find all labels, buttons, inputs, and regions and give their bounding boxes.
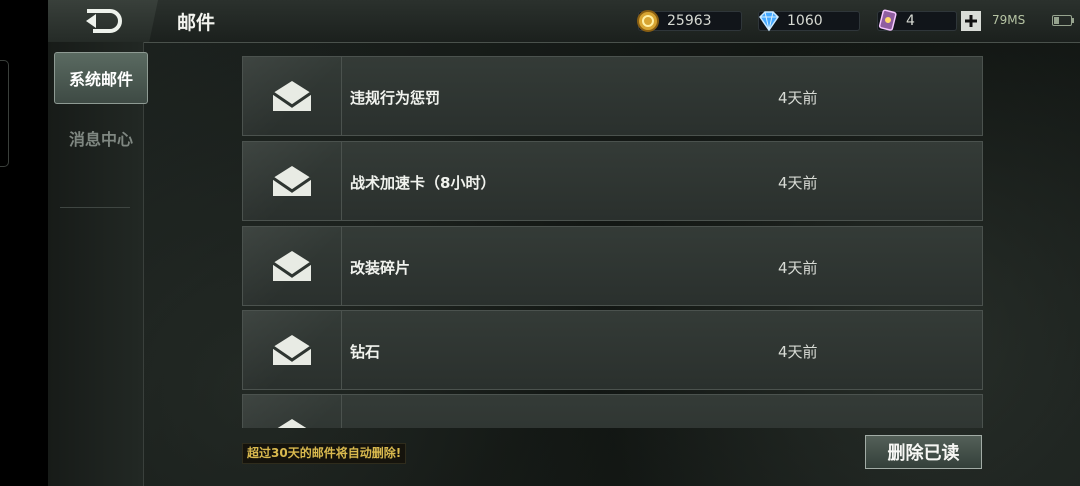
card-value: 4 <box>906 13 915 29</box>
back-button[interactable] <box>48 0 158 42</box>
tab-message-center[interactable]: 消息中心 <box>54 112 148 164</box>
mail-icon-box <box>243 311 342 389</box>
battery-icon <box>1052 15 1074 26</box>
envelope-icon <box>272 81 312 111</box>
mail-time: 4天前 <box>778 259 818 277</box>
mail-list[interactable]: 违规行为惩罚 4天前 战术加速卡（8小时） 4天前 改装碎片 4天前 钻石 4天… <box>242 56 983 428</box>
mail-icon-box <box>243 395 342 428</box>
device-bezel <box>0 0 48 486</box>
tab-system-mail[interactable]: 系统邮件 <box>54 52 148 104</box>
mail-subject: 钻石 <box>350 343 381 361</box>
envelope-icon <box>272 166 312 196</box>
coin-value: 25963 <box>667 13 712 29</box>
mail-item[interactable]: 战术加速卡（8小时） 4天前 <box>242 141 983 221</box>
envelope-icon <box>277 419 307 428</box>
mail-time: 4天前 <box>778 89 818 107</box>
mail-subject: 战术加速卡（8小时） <box>350 174 496 192</box>
mail-icon-box <box>243 227 342 305</box>
mail-screen: 邮件 25963 1060 4 79MS 系统邮件 消息中心 违规行为惩罚 4天… <box>48 0 1080 486</box>
add-currency-button[interactable] <box>961 11 981 31</box>
mail-item[interactable]: 钻石 4天前 <box>242 310 983 390</box>
top-bar: 邮件 25963 1060 4 79MS <box>48 0 1080 43</box>
coin-counter: 25963 <box>637 10 742 32</box>
mail-icon-box <box>243 142 342 220</box>
diamond-value: 1060 <box>787 13 823 29</box>
bezel-notch <box>0 60 9 167</box>
mail-icon-box <box>243 57 342 135</box>
gold-coin-icon <box>637 10 659 32</box>
page-title: 邮件 <box>177 12 216 34</box>
card-counter: 4 <box>877 9 957 32</box>
mail-item-partial[interactable] <box>242 394 983 428</box>
mail-item[interactable]: 违规行为惩罚 4天前 <box>242 56 983 136</box>
envelope-icon <box>272 335 312 365</box>
diamond-icon <box>759 11 779 32</box>
back-arrow-icon <box>86 9 122 33</box>
mail-subject: 改装碎片 <box>350 259 411 277</box>
delete-read-button[interactable]: 删除已读 <box>865 435 982 469</box>
sidebar-divider <box>60 207 130 208</box>
mail-time: 4天前 <box>778 174 818 192</box>
card-icon <box>878 9 897 31</box>
mail-sidebar: 系统邮件 消息中心 <box>48 42 148 486</box>
mail-item[interactable]: 改装碎片 4天前 <box>242 226 983 306</box>
auto-delete-notice: 超过30天的邮件将自动删除! <box>242 443 407 464</box>
diamond-counter: 1060 <box>758 10 860 32</box>
mail-time: 4天前 <box>778 343 818 361</box>
ping-indicator: 79MS <box>992 13 1026 27</box>
envelope-icon <box>272 251 312 281</box>
mail-subject: 违规行为惩罚 <box>350 89 441 107</box>
